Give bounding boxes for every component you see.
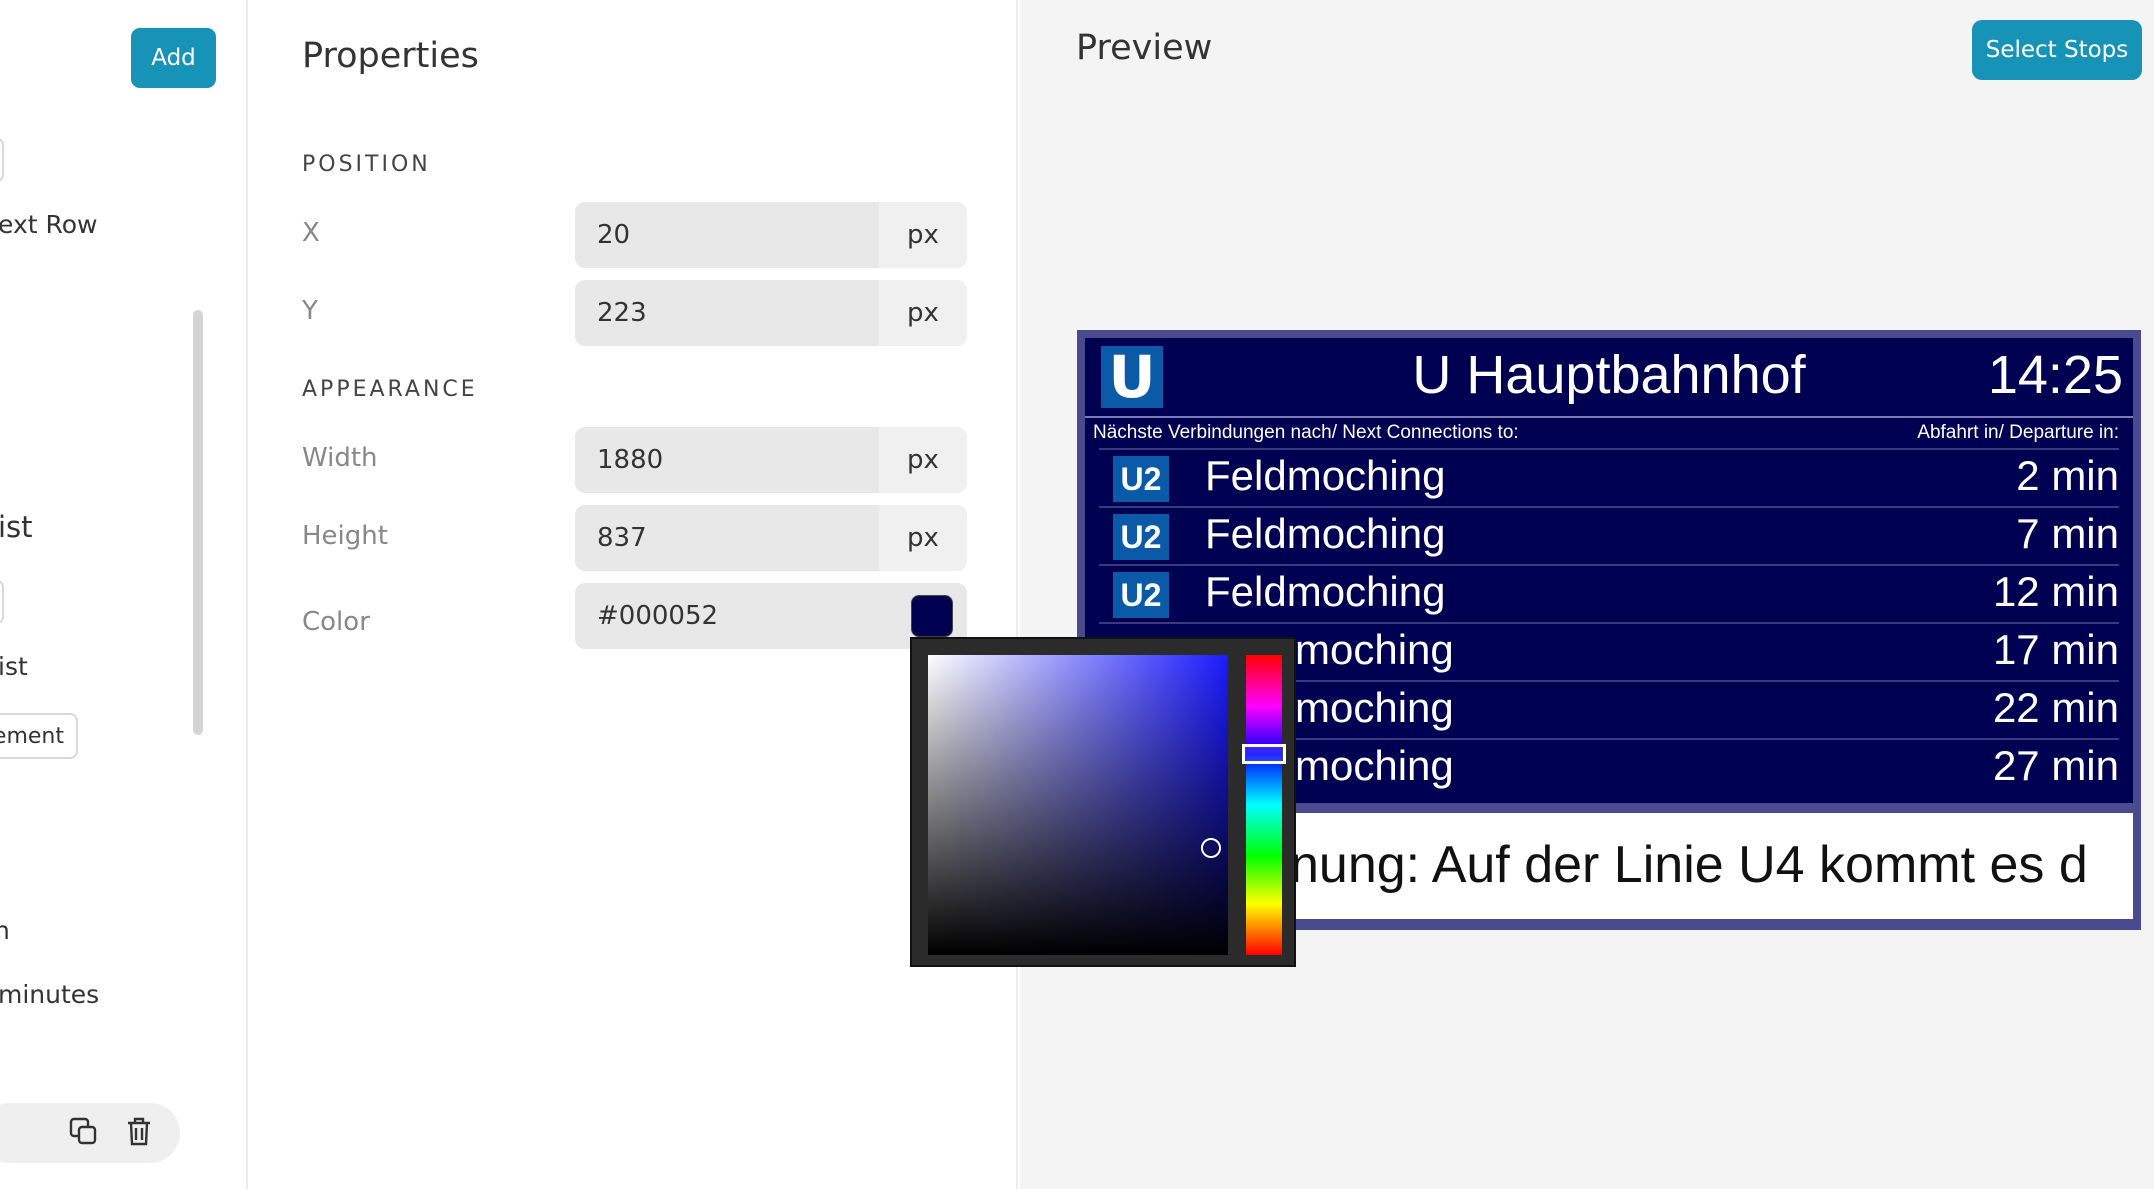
height-label: Height	[302, 521, 388, 551]
x-field[interactable]: 20 px	[575, 202, 967, 268]
copy-icon[interactable]	[68, 1116, 98, 1146]
ticker-text: nung: Auf der Linie U4 kommt es d	[1290, 836, 2088, 894]
sidebar-item-label-n: n	[0, 916, 10, 945]
preview-panel: Preview Select Stops U U Hauptbahnhof 14…	[1020, 0, 2154, 1189]
color-input[interactable]: #000052	[575, 583, 967, 649]
height-field[interactable]: 837 px	[575, 505, 967, 571]
y-field[interactable]: 223 px	[575, 280, 967, 346]
line-badge: U2	[1113, 456, 1169, 502]
x-label: X	[302, 218, 320, 248]
departure-row: U2 Feldmoching 2 min	[1099, 448, 2119, 506]
departure-row: U2 Feldmoching 12 min	[1099, 564, 2119, 622]
departure-row: U2 Feldmoching 7 min	[1099, 506, 2119, 564]
destination: moching	[1295, 626, 1454, 673]
destination: moching	[1295, 684, 1454, 731]
height-input[interactable]: 837	[575, 505, 877, 571]
sidebar-item-list[interactable]: ist	[0, 652, 28, 681]
departure-time: 12 min	[1992, 568, 2119, 615]
color-picker-popup[interactable]	[910, 637, 1296, 967]
destination: Feldmoching	[1205, 510, 1446, 557]
width-label: Width	[302, 443, 378, 473]
destination: moching	[1295, 742, 1454, 789]
saturation-area[interactable]	[928, 655, 1228, 955]
header-divider	[1085, 416, 2133, 418]
sidebar-scrollbar[interactable]	[193, 310, 203, 735]
y-unit: px	[879, 280, 967, 346]
line-badge: U2	[1113, 514, 1169, 560]
properties-title: Properties	[302, 36, 479, 76]
add-element-button[interactable]: ement	[0, 713, 78, 759]
departure-time: 17 min	[1992, 626, 2119, 673]
width-field[interactable]: 1880 px	[575, 427, 967, 493]
element-sidebar: Add ext Row ist ist ement n minutes	[0, 0, 248, 1189]
destination: Feldmoching	[1205, 452, 1446, 499]
position-section-heading: POSITION	[302, 152, 431, 177]
add-button[interactable]: Add	[131, 28, 216, 88]
destination: Feldmoching	[1205, 568, 1446, 615]
hue-slider[interactable]	[1246, 655, 1282, 955]
departure-time: 7 min	[2016, 510, 2119, 557]
width-unit: px	[879, 427, 967, 493]
color-swatch[interactable]	[911, 595, 953, 637]
subheader-next-connections: Nächste Verbindungen nach/ Next Connecti…	[1093, 422, 1519, 443]
subheader-departure: Abfahrt in/ Departure in:	[1917, 422, 2119, 443]
width-input[interactable]: 1880	[575, 427, 877, 493]
sidebar-item-minutes[interactable]: minutes	[0, 980, 99, 1009]
appearance-section-heading: APPEARANCE	[302, 377, 478, 402]
departure-time: 22 min	[1992, 684, 2119, 731]
departure-time: 2 min	[2016, 452, 2119, 499]
sidebar-input-edge[interactable]	[0, 138, 4, 182]
sidebar-item-text-row[interactable]: ext Row	[0, 210, 97, 239]
preview-title: Preview	[1076, 28, 1213, 68]
departure-time: 27 min	[1992, 742, 2119, 789]
height-unit: px	[879, 505, 967, 571]
y-input[interactable]: 223	[575, 280, 877, 346]
app-root: Add ext Row ist ist ement n minutes Prop…	[0, 0, 2154, 1189]
station-name: U Hauptbahnhof	[1412, 345, 1806, 405]
line-badge: U2	[1113, 572, 1169, 618]
x-unit: px	[879, 202, 967, 268]
saturation-cursor[interactable]	[1201, 838, 1221, 858]
color-label: Color	[302, 607, 370, 637]
hue-slider-handle[interactable]	[1242, 744, 1286, 764]
sidebar-input-edge-2[interactable]	[0, 580, 4, 624]
board-clock: 14:25	[1987, 345, 2123, 405]
y-label: Y	[302, 296, 318, 326]
color-field[interactable]: #000052	[575, 583, 967, 649]
trash-icon[interactable]	[124, 1116, 154, 1146]
x-input[interactable]: 20	[575, 202, 877, 268]
select-stops-button[interactable]: Select Stops	[1972, 20, 2142, 80]
add-element-label: ement	[0, 723, 64, 749]
sidebar-item-list-heading[interactable]: ist	[0, 510, 33, 544]
properties-panel: Properties POSITION X 20 px Y 223 px APP…	[250, 0, 1018, 1189]
